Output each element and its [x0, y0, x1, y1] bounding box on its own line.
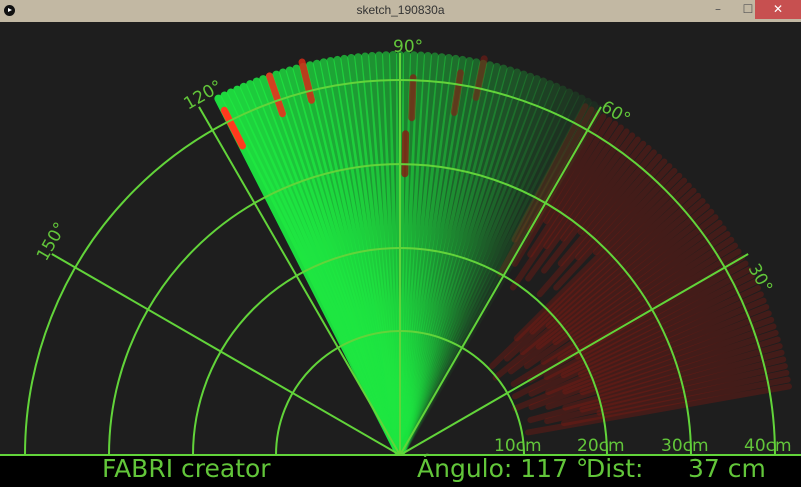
footer-bar: FABRI creator Ángulo: 117 ° Dist: 37 cm — [0, 454, 801, 487]
angle-label-60: 60° — [598, 97, 634, 129]
distance-label-30: 30cm — [661, 436, 709, 456]
object-marker — [408, 74, 417, 122]
radar-canvas: 30° 60° 90° 120° 150° 10cm 20cm 30cm 40c… — [0, 22, 801, 487]
title-bar: sketch_190830a – ☐ ✕ — [0, 0, 801, 22]
distance-label: Dist: — [586, 454, 644, 483]
creator-text: FABRI creator — [102, 454, 271, 483]
radar-display: 30° 60° 90° 120° 150° 10cm 20cm 30cm 40c… — [0, 37, 801, 459]
angle-label-150: 150° — [33, 219, 71, 264]
close-button[interactable]: ✕ — [755, 0, 801, 19]
minimize-button[interactable]: – — [705, 0, 731, 19]
distance-label-10: 10cm — [494, 436, 542, 456]
distance-label-20: 20cm — [577, 436, 625, 456]
angle-readout: Ángulo: 117 ° — [417, 454, 589, 483]
angle-label-90: 90° — [393, 37, 423, 57]
distance-readout: 37 cm — [688, 454, 766, 483]
object-marker — [401, 130, 410, 178]
window-title: sketch_190830a — [356, 3, 445, 17]
distance-label-40: 40cm — [744, 436, 792, 456]
